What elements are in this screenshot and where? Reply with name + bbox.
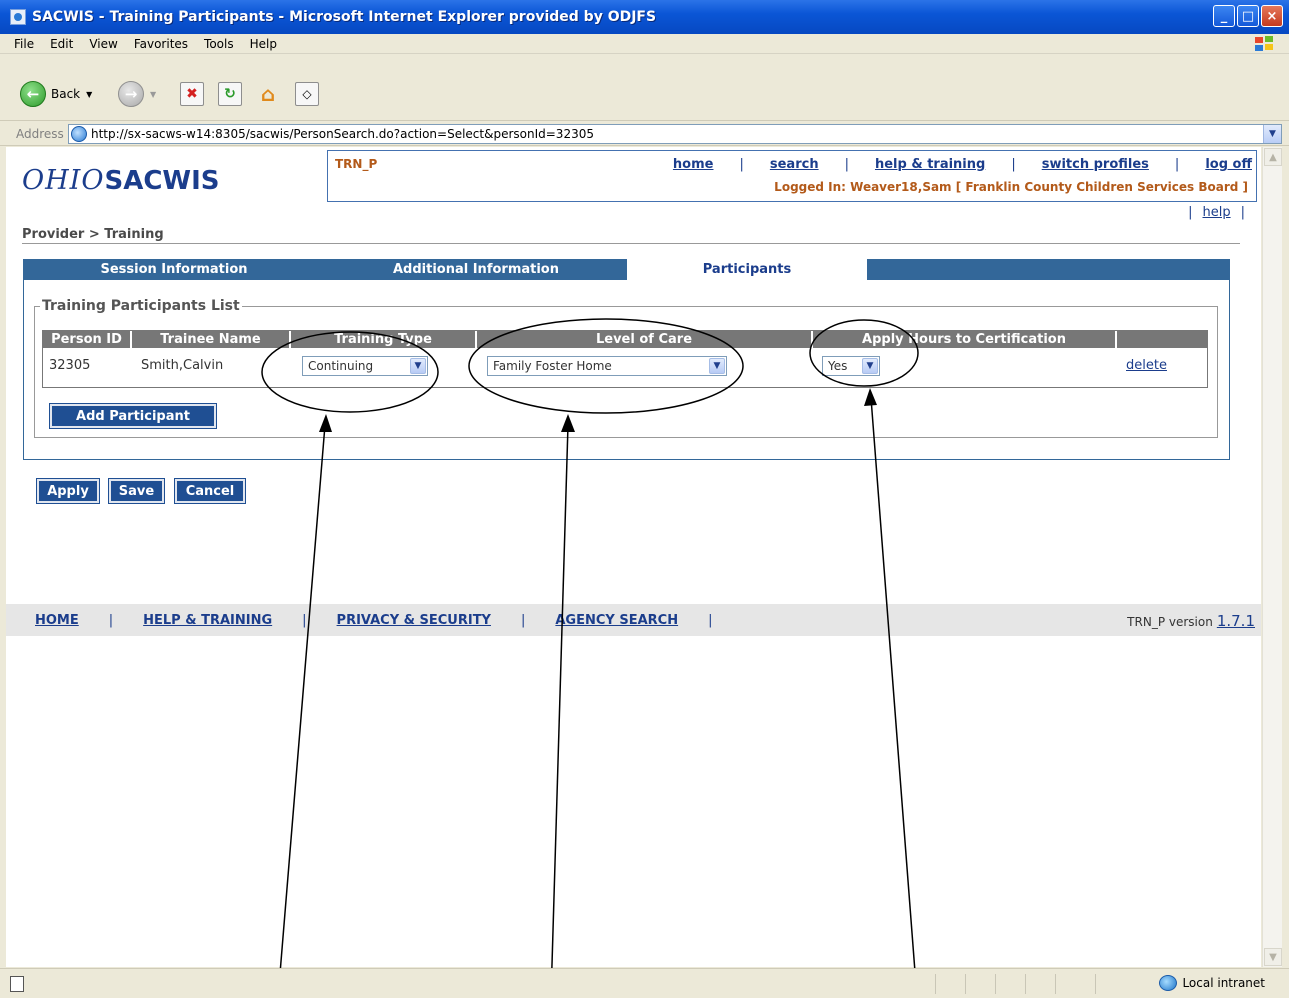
menu-bar: File Edit View Favorites Tools Help <box>0 34 1289 54</box>
minimize-button[interactable]: _ <box>1213 5 1235 27</box>
tab-session-information[interactable]: Session Information <box>23 259 325 280</box>
table-row: 32305 Smith,Calvin Continuing ▼ Family F… <box>43 348 1207 387</box>
menu-view[interactable]: View <box>81 37 125 51</box>
level-of-care-select[interactable]: Family Foster Home ▼ <box>487 356 727 376</box>
participants-panel: Training Participants List Person ID Tra… <box>23 280 1230 460</box>
address-label: Address <box>16 126 64 141</box>
back-label: Back <box>51 87 81 101</box>
refresh-icon[interactable]: ↻ <box>218 82 242 106</box>
home-icon[interactable]: ⌂ <box>256 82 280 106</box>
nav-log-off-link[interactable]: log off <box>1205 157 1252 172</box>
save-button[interactable]: Save <box>108 478 165 504</box>
ohio-sacwis-logo: OHIOSACWIS <box>22 165 220 196</box>
footer-privacy-security-link[interactable]: PRIVACY & SECURITY <box>337 613 491 628</box>
menu-favorites[interactable]: Favorites <box>126 37 196 51</box>
forward-dropdown-icon[interactable]: ▼ <box>150 90 156 99</box>
menu-edit[interactable]: Edit <box>42 37 81 51</box>
scroll-down-icon[interactable]: ▼ <box>1264 948 1282 966</box>
address-dropdown-icon[interactable]: ▼ <box>1263 125 1281 143</box>
delete-participant-link[interactable]: delete <box>1126 358 1167 373</box>
apply-hours-select[interactable]: Yes ▼ <box>822 356 880 376</box>
forward-icon: → <box>118 81 144 107</box>
footer-home-link[interactable]: HOME <box>35 613 79 628</box>
tab-bar: Session Information Additional Informati… <box>23 259 1230 280</box>
page-footer: HOME | HELP & TRAINING | PRIVACY & SECUR… <box>6 604 1261 636</box>
header-box: TRN_P home | search | help & training | … <box>327 150 1257 202</box>
vertical-scrollbar[interactable]: ▲ ▼ <box>1262 147 1282 967</box>
column-level-of-care: Level of Care <box>477 331 813 348</box>
help-link-area: | help | <box>1188 205 1245 220</box>
column-actions <box>1117 331 1207 348</box>
nav-search-link[interactable]: search <box>770 157 819 172</box>
local-intranet-icon <box>1159 975 1178 991</box>
breadcrumb: Provider > Training <box>22 227 164 242</box>
footer-agency-search-link[interactable]: AGENCY SEARCH <box>555 613 678 628</box>
page-content: OHIOSACWIS TRN_P home | search | help & … <box>6 147 1261 967</box>
back-icon: ← <box>20 81 46 107</box>
stop-icon[interactable]: ✖ <box>180 82 204 106</box>
scroll-up-icon[interactable]: ▲ <box>1264 148 1282 166</box>
column-training-type: Training Type <box>291 331 477 348</box>
column-person-id: Person ID <box>43 331 132 348</box>
close-button[interactable]: × <box>1261 5 1283 27</box>
security-zone: Local intranet <box>1159 975 1265 991</box>
forward-button[interactable]: → ▼ <box>118 79 156 109</box>
chevron-down-icon: ▼ <box>709 358 725 374</box>
cancel-button[interactable]: Cancel <box>174 478 246 504</box>
table-header: Person ID Trainee Name Training Type Lev… <box>43 331 1207 348</box>
status-bar: Local intranet <box>0 968 1289 998</box>
footer-help-training-link[interactable]: HELP & TRAINING <box>143 613 272 628</box>
window-title-bar: SACWIS - Training Participants - Microso… <box>0 0 1289 34</box>
breadcrumb-divider <box>22 243 1240 244</box>
maximize-button[interactable]: □ <box>1237 5 1259 27</box>
back-dropdown-icon[interactable]: ▼ <box>86 90 92 99</box>
back-button[interactable]: ← Back ▼ <box>20 79 92 109</box>
cell-trainee-name: Smith,Calvin <box>141 358 224 373</box>
chevron-down-icon: ▼ <box>410 358 426 374</box>
browser-toolbar: ← Back ▼ → ▼ ✖ ↻ ⌂ ◇ <box>0 55 1289 121</box>
chevron-down-icon: ▼ <box>862 358 878 374</box>
address-input[interactable]: http://sx-sacws-w14:8305/sacwis/PersonSe… <box>68 124 1282 144</box>
cell-person-id: 32305 <box>49 358 91 373</box>
version-link[interactable]: 1.7.1 <box>1217 612 1255 630</box>
add-participant-button[interactable]: Add Participant <box>49 403 217 429</box>
participants-fieldset: Training Participants List Person ID Tra… <box>34 298 1218 438</box>
participants-legend: Training Participants List <box>42 298 240 314</box>
tab-additional-information[interactable]: Additional Information <box>325 259 627 280</box>
training-type-select[interactable]: Continuing ▼ <box>302 356 428 376</box>
ie-page-icon <box>71 126 87 142</box>
page-status-icon <box>10 976 24 992</box>
address-url[interactable]: http://sx-sacws-w14:8305/sacwis/PersonSe… <box>91 127 594 141</box>
window-title: SACWIS - Training Participants - Microso… <box>32 9 657 25</box>
address-bar: Address http://sx-sacws-w14:8305/sacwis/… <box>0 122 1289 146</box>
ie-page-icon <box>10 9 26 25</box>
column-trainee-name: Trainee Name <box>132 331 291 348</box>
logged-in-status: Logged In: Weaver18,Sam [ Franklin Count… <box>774 180 1248 194</box>
menu-file[interactable]: File <box>6 37 42 51</box>
column-apply-hours: Apply Hours to Certification <box>813 331 1117 348</box>
nav-home-link[interactable]: home <box>673 157 714 172</box>
help-link[interactable]: help <box>1203 205 1231 220</box>
environment-code: TRN_P <box>335 157 378 171</box>
apply-button[interactable]: Apply <box>36 478 100 504</box>
windows-logo-icon <box>1255 36 1275 52</box>
nav-switch-profiles-link[interactable]: switch profiles <box>1042 157 1149 172</box>
top-nav: home | search | help & training | switch… <box>672 157 1252 172</box>
menu-tools[interactable]: Tools <box>196 37 242 51</box>
nav-help-training-link[interactable]: help & training <box>875 157 985 172</box>
media-icon[interactable]: ◇ <box>295 82 319 106</box>
menu-help[interactable]: Help <box>242 37 285 51</box>
participants-table: Person ID Trainee Name Training Type Lev… <box>42 330 1208 388</box>
tab-participants[interactable]: Participants <box>627 259 867 280</box>
version-info: TRN_P version 1.7.1 <box>1127 612 1255 630</box>
